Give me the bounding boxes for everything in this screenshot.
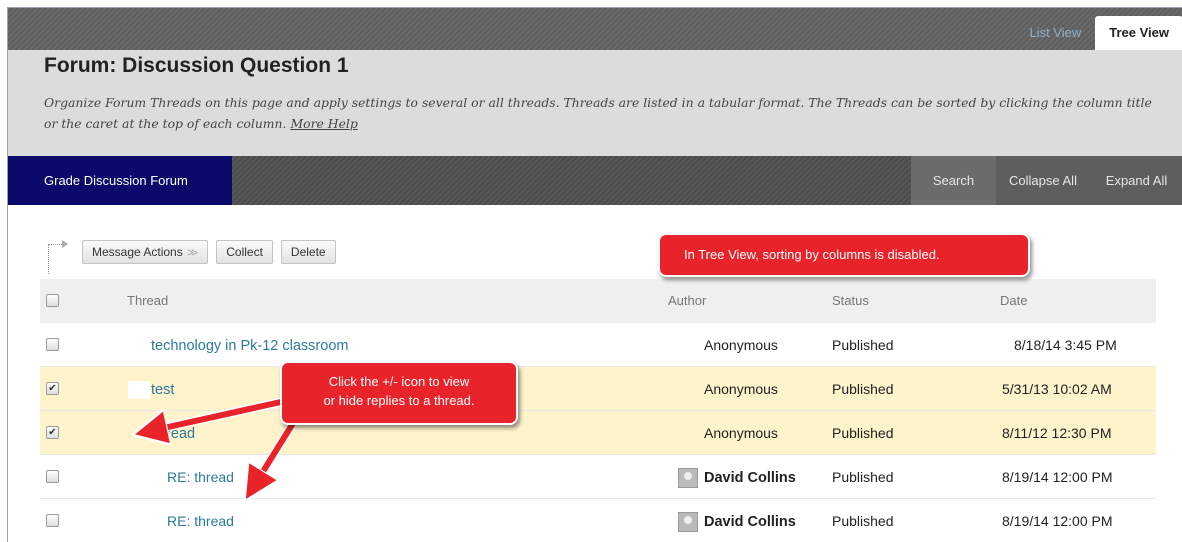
more-help-link[interactable]: More Help	[290, 116, 357, 131]
message-actions-button[interactable]: Message Actions ≫	[82, 240, 209, 264]
select-arrow-icon	[48, 240, 68, 274]
grade-discussion-forum-button[interactable]: Grade Discussion Forum	[8, 156, 232, 205]
table-row: RE: thread David Collins Published 8/19/…	[40, 455, 1156, 499]
description-text: Organize Forum Threads on this page and …	[44, 95, 1152, 131]
author-name: Anonymous	[704, 337, 778, 353]
status-text: Published	[832, 513, 894, 529]
status-text: Published	[832, 469, 894, 485]
toggle-help-line-1: Click the +/- icon to view	[328, 374, 470, 389]
expand-all-button[interactable]: Expand All	[1090, 156, 1182, 205]
table-row: RE: thread David Collins Published 8/19/…	[40, 499, 1156, 542]
row-checkbox[interactable]	[46, 338, 59, 351]
status-text: Published	[832, 425, 894, 441]
date-text: 8/11/12 12:30 PM	[1002, 425, 1112, 441]
avatar	[678, 512, 698, 533]
collect-button[interactable]: Collect	[216, 240, 273, 264]
toggle-help-line-2: or hide replies to a thread.	[323, 393, 475, 408]
page-description: Organize Forum Threads on this page and …	[44, 92, 1164, 134]
row-checkbox[interactable]	[46, 470, 59, 483]
threads-table: Thread Author Status Date technology in …	[40, 279, 1156, 542]
author-name: David Collins	[704, 470, 796, 486]
chevron-down-icon: ≫	[186, 247, 199, 259]
column-thread: Thread	[127, 293, 169, 308]
sorting-disabled-callout: In Tree View, sorting by columns is disa…	[658, 233, 1030, 277]
table-row: technology in Pk-12 classroom Anonymous …	[40, 323, 1156, 367]
search-button[interactable]: Search	[911, 156, 996, 205]
tab-list-view[interactable]: List View	[1015, 16, 1095, 50]
author-name: David Collins	[704, 514, 796, 530]
status-text: Published	[832, 337, 894, 353]
tab-tree-view[interactable]: Tree View	[1095, 16, 1182, 50]
row-checkbox[interactable]: ✔	[46, 382, 59, 395]
table-row: ✔ − thread Anonymous Published 8/11/12 12…	[40, 411, 1156, 455]
page-title: Forum: Discussion Question 1	[44, 54, 349, 77]
collapse-toggle-placeholder	[128, 381, 150, 399]
author-name: Anonymous	[704, 381, 778, 397]
table-header: Thread Author Status Date	[40, 279, 1156, 323]
column-author: Author	[668, 293, 707, 308]
message-toolbar: Message Actions ≫ Collect Delete	[82, 240, 344, 264]
collapse-all-button[interactable]: Collapse All	[996, 156, 1090, 205]
thread-link[interactable]: test	[151, 382, 174, 398]
thread-link[interactable]: thread	[154, 426, 195, 442]
table-row: ✔ test Anonymous Published 5/31/13 10:02…	[40, 367, 1156, 411]
page-header: Forum: Discussion Question 1 Organize Fo…	[8, 50, 1182, 156]
row-checkbox[interactable]	[46, 514, 59, 527]
select-all-checkbox[interactable]	[46, 294, 59, 307]
author-name: Anonymous	[704, 425, 778, 441]
toggle-help-callout: Click the +/- icon to view or hide repli…	[280, 361, 518, 425]
avatar	[678, 468, 698, 489]
status-text: Published	[832, 381, 894, 397]
view-tab-bar: List View Tree View	[8, 8, 1182, 50]
thread-link[interactable]: RE: thread	[167, 469, 234, 485]
action-bar: Grade Discussion Forum Search Collapse A…	[8, 156, 1182, 205]
date-text: 5/31/13 10:02 AM	[1002, 381, 1112, 397]
collapse-minus-icon[interactable]: −	[143, 429, 152, 439]
column-date: Date	[1000, 293, 1028, 308]
row-checkbox[interactable]: ✔	[46, 426, 59, 439]
date-text: 8/19/14 12:00 PM	[1002, 469, 1113, 485]
message-actions-label: Message Actions	[92, 245, 183, 259]
thread-link[interactable]: technology in Pk-12 classroom	[151, 338, 348, 354]
date-text: 8/18/14 3:45 PM	[1014, 337, 1117, 353]
thread-link[interactable]: RE: thread	[167, 513, 234, 529]
column-status: Status	[832, 293, 869, 308]
delete-button[interactable]: Delete	[280, 240, 336, 264]
date-text: 8/19/14 12:00 PM	[1002, 513, 1113, 529]
